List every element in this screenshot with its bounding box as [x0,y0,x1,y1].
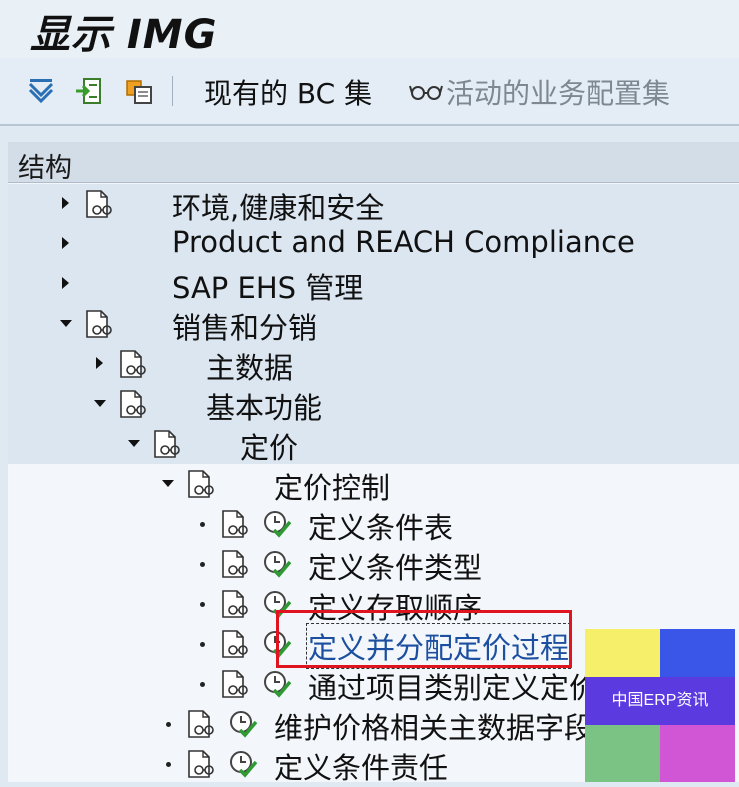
tree-node[interactable]: 销售和分销 [8,304,739,347]
documentation-icon[interactable] [118,349,148,379]
tree-node-label[interactable]: 维护价格相关主数据字段 [274,705,593,747]
execute-activity-icon[interactable] [262,669,292,699]
tree-node[interactable]: Product and REACH Compliance [8,224,739,264]
where-used-icon[interactable] [124,76,154,106]
highlight-box [276,610,572,668]
documentation-icon[interactable] [220,669,250,699]
active-business-config-sets-button[interactable]: 活动的业务配置集 [446,72,670,112]
execute-activity-icon[interactable] [262,549,292,579]
position-icon[interactable] [74,76,104,106]
window-title: 显示 IMG [30,12,218,58]
leaf-bullet [200,522,205,527]
toolbar-separator [172,76,173,106]
documentation-icon[interactable] [220,589,250,619]
watermark-tile [660,725,735,782]
leaf-bullet [200,642,205,647]
structure-header-label: 结构 [18,153,72,184]
structure-header: 结构 [8,142,739,184]
toolbar: 现有的 BC 集 活动的业务配置集 [0,58,739,126]
tree-node-label[interactable]: 主数据 [206,345,293,387]
bc-sets-button[interactable]: 现有的 BC 集 [204,72,372,112]
tree-node[interactable]: 定义条件表 [8,504,739,547]
documentation-icon[interactable] [220,629,250,659]
tree-node-label[interactable]: 定义条件责任 [274,745,448,787]
tree-node-label[interactable]: 定义条件类型 [308,545,482,587]
tree-node-label[interactable]: Product and REACH Compliance [172,225,635,259]
tree-node[interactable]: 基本功能 [8,384,739,427]
tree-node[interactable]: 主数据 [8,344,739,387]
title-bar: 显示 IMG [0,0,739,58]
tree-node-label[interactable]: 环境,健康和安全 [172,185,384,227]
leaf-bullet [166,722,171,727]
watermark-tile [660,629,735,677]
tree-node[interactable]: 定义条件类型 [8,544,739,587]
watermark-text: 中国ERP资讯 [585,677,735,725]
expand-arrow-icon[interactable] [62,237,69,249]
documentation-icon[interactable] [220,549,250,579]
leaf-bullet [200,602,205,607]
tree-node-label[interactable]: SAP EHS 管理 [172,265,363,307]
tree-node-label[interactable]: 定价控制 [274,465,390,507]
documentation-icon[interactable] [186,709,216,739]
expand-arrow-icon[interactable] [62,277,69,289]
documentation-icon[interactable] [220,509,250,539]
watermark: 中国ERP资讯 [585,629,735,782]
tree-node[interactable]: 环境,健康和安全 [8,184,739,227]
tree-node[interactable]: 定价 [8,424,739,467]
documentation-icon[interactable] [152,429,182,459]
collapse-arrow-icon[interactable] [94,400,106,407]
tree-node-label[interactable]: 通过项目类别定义定价 [308,665,598,707]
execute-activity-icon[interactable] [228,709,258,739]
execute-activity-icon[interactable] [262,509,292,539]
documentation-icon[interactable] [84,309,114,339]
leaf-bullet [200,682,205,687]
documentation-icon[interactable] [186,749,216,779]
glasses-icon [409,85,443,100]
collapse-arrow-icon[interactable] [162,480,174,487]
tree-node-label[interactable]: 销售和分销 [172,305,317,347]
watermark-tile [585,725,660,782]
collapse-arrow-icon[interactable] [60,320,72,327]
documentation-icon[interactable] [186,469,216,499]
collapse-arrow-icon[interactable] [128,440,140,447]
expand-all-icon[interactable] [26,76,56,106]
documentation-icon[interactable] [118,389,148,419]
leaf-bullet [166,762,171,767]
leaf-bullet [200,562,205,567]
tree-node[interactable]: SAP EHS 管理 [8,264,739,307]
expand-arrow-icon[interactable] [96,357,103,369]
documentation-icon[interactable] [84,189,114,219]
tree-node[interactable]: 定价控制 [8,464,739,507]
watermark-tile [585,629,660,677]
tree-node-label[interactable]: 定价 [240,425,298,467]
tree-node-label[interactable]: 基本功能 [206,385,322,427]
expand-arrow-icon[interactable] [62,197,69,209]
execute-activity-icon[interactable] [228,749,258,779]
tree-node-label[interactable]: 定义条件表 [308,505,453,547]
